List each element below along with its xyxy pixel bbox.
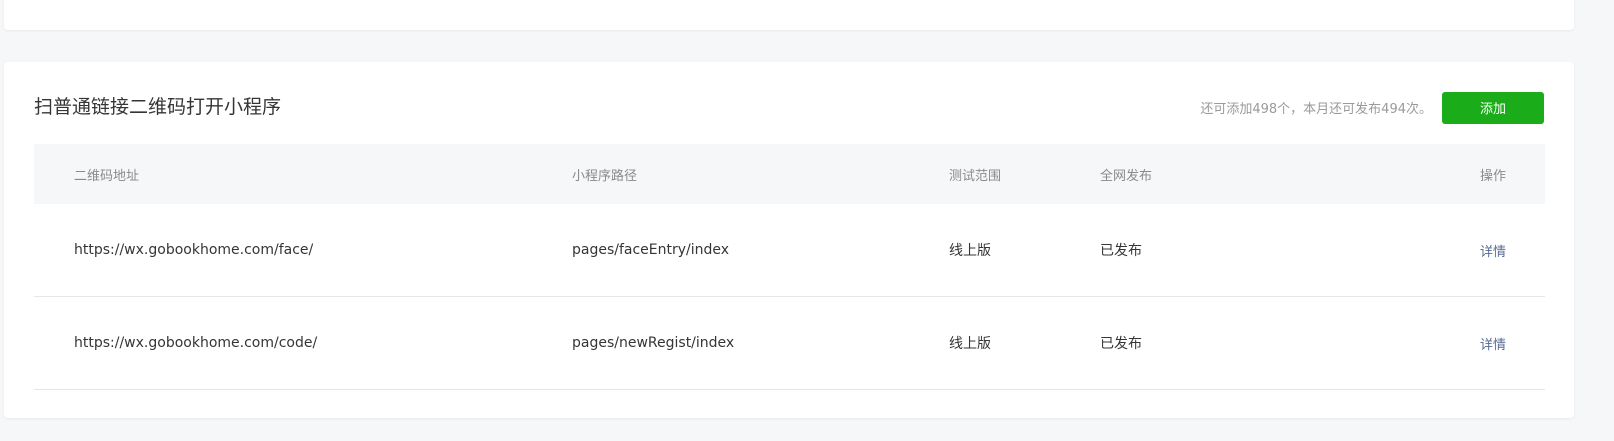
detail-link[interactable]: 详情	[1480, 334, 1506, 353]
row-qr-url: https://wx.gobookhome.com/code/	[74, 335, 318, 351]
qr-code-rules-card: 扫普通链接二维码打开小程序 还可添加498个，本月还可发布494次。 添加 二维…	[4, 62, 1574, 418]
header-publish: 全网发布	[1100, 168, 1153, 184]
table-row: https://wx.gobookhome.com/face/ pages/fa…	[34, 204, 1545, 297]
previous-section-card	[4, 0, 1574, 30]
add-button[interactable]: 添加	[1442, 92, 1544, 124]
row-path: pages/newRegist/index	[572, 335, 735, 351]
detail-link[interactable]: 详情	[1480, 241, 1506, 260]
row-scope: 线上版	[949, 243, 991, 259]
row-path: pages/faceEntry/index	[572, 242, 730, 258]
table-row: https://wx.gobookhome.com/code/ pages/ne…	[34, 297, 1545, 390]
row-action: 详情	[1480, 297, 1506, 389]
row-publish-status: 已发布	[1100, 336, 1142, 352]
quota-text: 还可添加498个，本月还可发布494次。	[1200, 102, 1432, 117]
header-action: 操作	[1480, 168, 1507, 184]
section-title: 扫普通链接二维码打开小程序	[34, 96, 282, 118]
table-header: 二维码地址 小程序路径 测试范围 全网发布 操作	[34, 144, 1545, 204]
header-qr-url: 二维码地址	[74, 168, 140, 184]
header-scope: 测试范围	[949, 168, 1002, 184]
row-publish-status: 已发布	[1100, 243, 1142, 259]
header-path: 小程序路径	[572, 168, 638, 184]
row-scope: 线上版	[949, 336, 991, 352]
row-qr-url: https://wx.gobookhome.com/face/	[74, 242, 314, 258]
qr-rules-table: 二维码地址 小程序路径 测试范围 全网发布 操作 https://wx.gobo…	[34, 144, 1545, 390]
row-action: 详情	[1480, 204, 1506, 296]
